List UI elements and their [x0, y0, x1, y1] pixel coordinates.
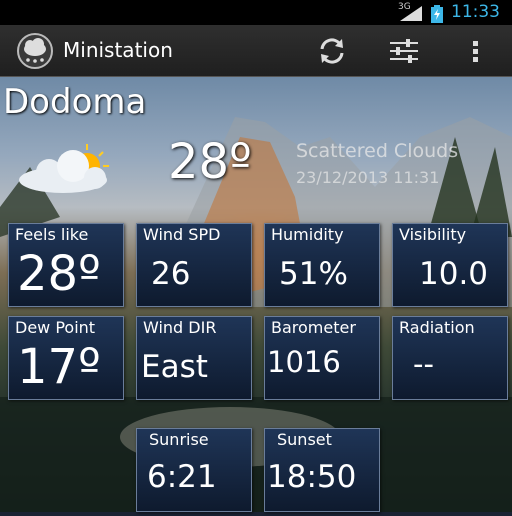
tile-value: 10.0: [419, 256, 489, 292]
tile-label: Humidity: [271, 225, 344, 244]
overflow-menu-icon: [473, 41, 478, 62]
weather-condition: Scattered Clouds: [296, 140, 459, 162]
tile-label: Feels like: [15, 225, 89, 244]
app-cloud-icon: [17, 33, 53, 69]
tile-feels-like[interactable]: Feels like 28º: [8, 223, 124, 307]
tile-label: Wind DIR: [143, 318, 217, 337]
tile-visibility[interactable]: Visibility 10.0: [392, 223, 508, 307]
tile-value: 51%: [279, 256, 348, 292]
tile-sunrise[interactable]: Sunrise 6:21: [136, 428, 252, 512]
tile-label: Sunrise: [149, 430, 209, 449]
tile-value: 26: [151, 256, 191, 292]
tile-value: 1016: [267, 345, 341, 379]
partly-cloudy-icon: [19, 144, 109, 193]
tile-value: 18:50: [267, 459, 357, 495]
tile-label: Visibility: [399, 225, 467, 244]
signal-icon: [400, 6, 422, 21]
tile-label: Dew Point: [15, 318, 96, 337]
tile-label: Sunset: [277, 430, 332, 449]
tile-value: East: [141, 349, 208, 385]
status-bar: 3G 11:33: [0, 0, 512, 25]
tile-value: 28º: [17, 246, 101, 302]
settings-button[interactable]: [388, 35, 420, 67]
battery-icon: [431, 5, 443, 23]
tile-dew-point[interactable]: Dew Point 17º: [8, 316, 124, 400]
tile-sunset[interactable]: Sunset 18:50: [264, 428, 380, 512]
tile-humidity[interactable]: Humidity 51%: [264, 223, 380, 307]
city-name: Dodoma: [3, 82, 147, 122]
clock: 11:33: [451, 2, 500, 22]
action-bar: Ministation: [0, 25, 512, 77]
sliders-icon: [390, 39, 418, 63]
current-temperature: 28º: [168, 134, 252, 190]
tile-wind-speed[interactable]: Wind SPD 26: [136, 223, 252, 307]
app-title: Ministation: [63, 38, 173, 62]
tile-label: Radiation: [399, 318, 475, 337]
observation-datetime: 23/12/2013 11:31: [296, 168, 440, 187]
tile-label: Wind SPD: [143, 225, 221, 244]
tile-barometer[interactable]: Barometer 1016: [264, 316, 380, 400]
tile-wind-direction[interactable]: Wind DIR East: [136, 316, 252, 400]
tile-value: 6:21: [147, 459, 217, 495]
refresh-icon: [320, 38, 344, 64]
tile-value: 17º: [17, 339, 101, 395]
tile-value: --: [413, 347, 434, 381]
tile-label: Barometer: [271, 318, 356, 337]
overflow-menu-button[interactable]: [465, 35, 497, 67]
refresh-button[interactable]: [316, 35, 348, 67]
tile-radiation[interactable]: Radiation --: [392, 316, 508, 400]
